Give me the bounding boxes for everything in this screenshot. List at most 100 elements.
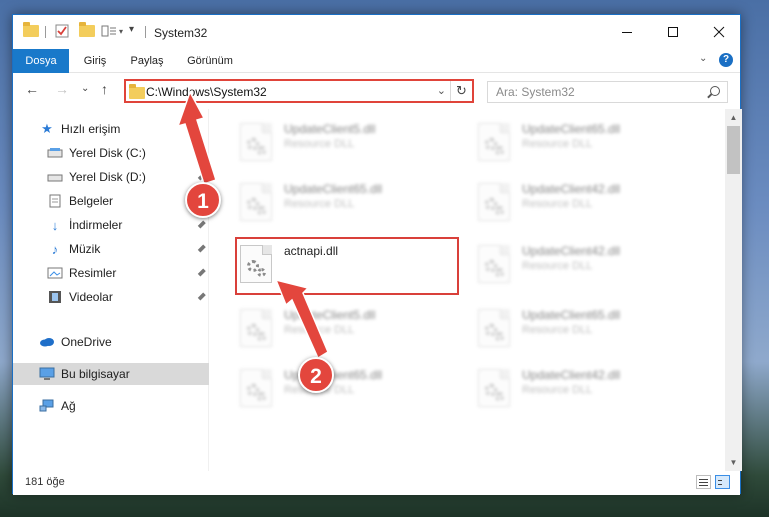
list-item[interactable]: UpdateClient5.dll Resource DLL bbox=[234, 117, 464, 169]
chevron-down-icon: ▾ bbox=[119, 26, 124, 36]
address-bar[interactable]: C:\Windows\System32 ⌄ ↻ bbox=[124, 79, 474, 103]
address-path[interactable]: C:\Windows\System32 bbox=[146, 85, 267, 99]
help-icon[interactable]: ? bbox=[719, 53, 733, 67]
dll-file-icon bbox=[240, 369, 272, 407]
callout-badge-1: 1 bbox=[185, 182, 221, 218]
item-count: 181 öğe bbox=[25, 476, 65, 488]
list-item[interactable]: UpdateClient65.dll Resource DLL bbox=[234, 177, 464, 229]
search-icon[interactable] bbox=[710, 86, 720, 96]
tab-giris[interactable]: Giriş bbox=[75, 49, 115, 73]
list-item[interactable]: UpdateClient65.dll Resource DLL bbox=[234, 363, 464, 415]
music-icon: ♪ bbox=[51, 241, 59, 257]
explorer-window: ▾ ▾ System32 Dosya Giriş Paylaş Görünüm … bbox=[12, 14, 742, 495]
sidebar-item-pictures[interactable]: Resimler ▮ bbox=[13, 262, 209, 284]
minimize-icon bbox=[622, 32, 632, 33]
drive-icon bbox=[47, 170, 63, 184]
folder-icon bbox=[129, 84, 145, 99]
list-item[interactable]: UpdateClient65.dll Resource DLL bbox=[472, 117, 702, 169]
expand-ribbon-icon[interactable]: ⌄ bbox=[699, 53, 707, 64]
sidebar-item-downloads[interactable]: ↓ İndirmeler ▮ bbox=[13, 214, 209, 236]
recent-locations-button[interactable]: ⌄ bbox=[81, 83, 89, 94]
close-button[interactable] bbox=[696, 15, 742, 49]
scroll-down-icon[interactable]: ▼ bbox=[725, 454, 742, 471]
search-box[interactable]: Ara: System32 bbox=[487, 81, 728, 103]
list-item[interactable]: UpdateClient42.dll Resource DLL bbox=[472, 363, 702, 415]
toolbar-separator bbox=[145, 26, 146, 38]
ribbon-tabs: Dosya Giriş Paylaş Görünüm ⌄ ? bbox=[13, 49, 740, 73]
sidebar-item-disk-c[interactable]: Yerel Disk (C:) ▮ bbox=[13, 142, 209, 164]
scroll-up-icon[interactable]: ▲ bbox=[725, 109, 742, 126]
back-button[interactable]: ← bbox=[25, 81, 39, 97]
tiles-view-button[interactable] bbox=[715, 475, 730, 489]
folder-icon[interactable] bbox=[23, 22, 39, 37]
window-title: System32 bbox=[154, 26, 208, 40]
sidebar-item-this-pc[interactable]: Bu bilgisayar bbox=[13, 363, 209, 385]
star-icon: ★ bbox=[41, 121, 53, 136]
dll-file-icon bbox=[240, 123, 272, 161]
cloud-icon bbox=[39, 335, 55, 349]
sidebar-item-onedrive[interactable]: OneDrive bbox=[13, 331, 209, 353]
sidebar-item-quick-access[interactable]: ★ Hızlı erişim bbox=[13, 118, 209, 140]
highlight-box bbox=[235, 237, 459, 295]
dll-file-icon bbox=[240, 309, 272, 347]
scroll-thumb[interactable] bbox=[727, 126, 740, 174]
dll-file-icon bbox=[478, 369, 510, 407]
callout-badge-2: 2 bbox=[298, 357, 334, 393]
status-bar: 181 öğe bbox=[13, 471, 740, 495]
navigation-bar: ← → ⌄ ↑ C:\Windows\System32 ⌄ ↻ Ara: Sys… bbox=[13, 73, 740, 109]
list-item[interactable]: UpdateClient42.dll Resource DLL bbox=[472, 239, 702, 291]
dll-file-icon bbox=[478, 123, 510, 161]
title-bar: ▾ ▾ System32 bbox=[13, 15, 740, 49]
tab-gorunum[interactable]: Görünüm bbox=[179, 49, 241, 73]
video-icon bbox=[47, 290, 63, 304]
maximize-button[interactable] bbox=[650, 15, 696, 49]
pin-icon[interactable]: ▮ bbox=[196, 171, 208, 183]
tab-paylas[interactable]: Paylaş bbox=[123, 49, 171, 73]
picture-icon bbox=[47, 266, 63, 280]
pin-icon[interactable]: ▮ bbox=[196, 267, 208, 279]
drive-icon bbox=[47, 146, 63, 160]
dll-file-icon bbox=[478, 245, 510, 283]
close-icon bbox=[713, 26, 725, 38]
sidebar-item-network[interactable]: Ağ bbox=[13, 395, 209, 417]
navigation-pane: ★ Hızlı erişim Yerel Disk (C:) ▮ Yerel D… bbox=[13, 109, 209, 471]
search-input[interactable]: Ara: System32 bbox=[496, 85, 575, 99]
dll-file-icon bbox=[240, 183, 272, 221]
sidebar-item-documents[interactable]: Belgeler ▮ bbox=[13, 190, 209, 212]
document-icon bbox=[47, 194, 63, 208]
sidebar-item-music[interactable]: ♪ Müzik ▮ bbox=[13, 238, 209, 260]
customize-qa-icon[interactable]: ▾ bbox=[129, 24, 134, 35]
sidebar-item-videos[interactable]: Videolar ▮ bbox=[13, 286, 209, 308]
list-item[interactable]: UpdateClient42.dll Resource DLL bbox=[472, 177, 702, 229]
pin-icon[interactable]: ▮ bbox=[196, 219, 208, 231]
refresh-button[interactable]: ↻ bbox=[450, 81, 472, 101]
forward-button[interactable]: → bbox=[55, 81, 69, 97]
tab-dosya[interactable]: Dosya bbox=[13, 49, 69, 73]
details-view-button[interactable] bbox=[696, 475, 711, 489]
view-options-icon bbox=[101, 25, 116, 37]
qa-new-folder[interactable] bbox=[79, 22, 95, 37]
download-icon: ↓ bbox=[51, 217, 59, 233]
toolbar-separator bbox=[45, 26, 46, 38]
quick-access-toolbar bbox=[23, 22, 39, 37]
pin-icon[interactable]: ▮ bbox=[196, 243, 208, 255]
qa-properties[interactable] bbox=[55, 24, 69, 38]
sidebar-item-disk-d[interactable]: Yerel Disk (D:) ▮ bbox=[13, 166, 209, 188]
pin-icon[interactable]: ▮ bbox=[196, 291, 208, 303]
vertical-scrollbar[interactable]: ▲ ▼ bbox=[725, 109, 742, 471]
computer-icon bbox=[39, 367, 55, 381]
address-dropdown-icon[interactable]: ⌄ bbox=[437, 84, 446, 97]
file-list: UpdateClient5.dll Resource DLL UpdateCli… bbox=[210, 109, 725, 471]
network-icon bbox=[39, 399, 55, 413]
dll-file-icon bbox=[478, 183, 510, 221]
qa-view[interactable]: ▾ bbox=[101, 24, 123, 38]
new-folder-icon bbox=[79, 22, 95, 37]
list-item[interactable]: UpdateClient65.dll Resource DLL bbox=[472, 303, 702, 355]
properties-icon bbox=[55, 24, 69, 38]
maximize-icon bbox=[668, 27, 678, 37]
list-item[interactable]: UpdateClient5.dll Resource DLL bbox=[234, 303, 464, 355]
pin-icon[interactable]: ▮ bbox=[196, 147, 208, 159]
up-button[interactable]: ↑ bbox=[101, 81, 108, 97]
minimize-button[interactable] bbox=[604, 15, 650, 49]
dll-file-icon bbox=[478, 309, 510, 347]
